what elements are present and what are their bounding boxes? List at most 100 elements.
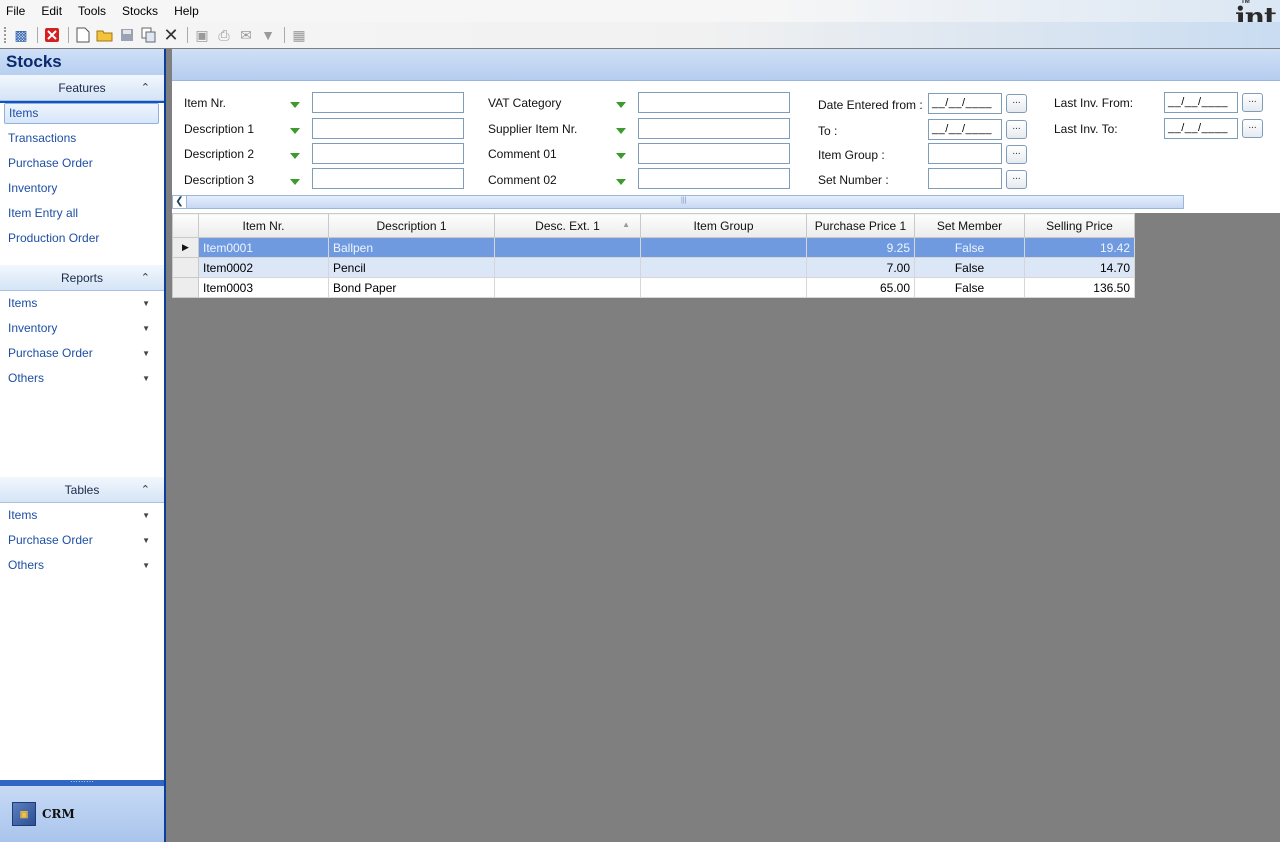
filter-operator-icon[interactable]	[290, 153, 300, 159]
cell-selling-price[interactable]: 14.70	[1024, 257, 1135, 278]
cell-description-1[interactable]: Pencil	[328, 257, 495, 278]
collapse-chevron-icon[interactable]: ⌃	[141, 271, 150, 284]
menu-help[interactable]: Help	[166, 4, 207, 18]
cell-description-1[interactable]: Bond Paper	[328, 277, 495, 298]
sidebar-item-item-entry-all[interactable]: Item Entry all	[0, 201, 164, 226]
row-selector[interactable]	[172, 277, 199, 298]
supplier-item-nr-input[interactable]	[638, 118, 790, 139]
comment-01-input[interactable]	[638, 143, 790, 164]
table-item-purchase-order[interactable]: Purchase Order ▼	[0, 528, 164, 553]
table-item-items[interactable]: Items ▼	[0, 503, 164, 528]
cell-item-nr[interactable]: Item0002	[198, 257, 329, 278]
print-preview-icon[interactable]: ▣	[192, 25, 212, 45]
filter-icon[interactable]: ▼	[258, 25, 278, 45]
description-1-input[interactable]	[312, 118, 464, 139]
column-header-item-group[interactable]: Item Group	[640, 213, 807, 238]
item-group-ellipsis-button[interactable]: ...	[1006, 145, 1027, 164]
cell-set-member[interactable]: False	[914, 257, 1025, 278]
report-item-others[interactable]: Others ▼	[0, 366, 164, 391]
sidebar-item-items[interactable]: Items	[4, 103, 159, 124]
collapse-chevron-icon[interactable]: ⌃	[141, 81, 150, 94]
description-2-input[interactable]	[312, 143, 464, 164]
table-row[interactable]: Item0003 Bond Paper 65.00 False 136.50	[172, 277, 1135, 298]
report-item-inventory[interactable]: Inventory ▼	[0, 316, 164, 341]
table-row[interactable]: Item0002 Pencil 7.00 False 14.70	[172, 257, 1135, 278]
last-inv-to-input[interactable]: __/__/____	[1164, 118, 1238, 139]
copy-icon[interactable]	[139, 25, 159, 45]
dropdown-caret-icon[interactable]: ▼	[142, 528, 150, 553]
print-icon[interactable]: ⎙	[214, 25, 234, 45]
column-header-description-1[interactable]: Description 1	[328, 213, 495, 238]
reports-header[interactable]: Reports ⌃	[0, 265, 164, 291]
dropdown-caret-icon[interactable]: ▼	[142, 316, 150, 341]
cell-purchase-price-1[interactable]: 65.00	[806, 277, 915, 298]
dropdown-caret-icon[interactable]: ▼	[142, 291, 150, 316]
vat-category-input[interactable]	[638, 92, 790, 113]
cell-item-group[interactable]	[640, 277, 807, 298]
cell-set-member[interactable]: False	[914, 237, 1025, 258]
date-entered-from-input[interactable]: __/__/____	[928, 93, 1002, 114]
toolbar-grip[interactable]	[4, 27, 7, 43]
last-inv-from-ellipsis-button[interactable]: ...	[1242, 93, 1263, 112]
close-red-icon[interactable]	[42, 25, 62, 45]
cell-description-1[interactable]: Ballpen	[328, 237, 495, 258]
row-selector[interactable]	[172, 257, 199, 278]
last-inv-to-ellipsis-button[interactable]: ...	[1242, 119, 1263, 138]
column-header-desc-ext-1[interactable]: Desc. Ext. 1 ▲	[494, 213, 641, 238]
cell-item-group[interactable]	[640, 257, 807, 278]
chart-icon[interactable]: ▩	[11, 25, 31, 45]
collapse-chevron-icon[interactable]: ⌃	[141, 483, 150, 496]
cell-purchase-price-1[interactable]: 7.00	[806, 257, 915, 278]
row-selector-arrow-icon[interactable]: ▶	[172, 237, 199, 258]
cell-item-nr[interactable]: Item0001	[198, 237, 329, 258]
filter-operator-icon[interactable]	[616, 102, 626, 108]
filter-horizontal-scrollbar[interactable]: ❮ |||	[172, 195, 1184, 209]
mail-icon[interactable]: ✉	[236, 25, 256, 45]
dropdown-caret-icon[interactable]: ▼	[142, 366, 150, 391]
report-item-purchase-order[interactable]: Purchase Order ▼	[0, 341, 164, 366]
date-to-ellipsis-button[interactable]: ...	[1006, 120, 1027, 139]
scroll-thumb-grip[interactable]: |||	[681, 197, 686, 204]
report-item-items[interactable]: Items ▼	[0, 291, 164, 316]
cell-desc-ext-1[interactable]	[494, 237, 641, 258]
menu-file[interactable]: File	[0, 4, 33, 18]
dropdown-caret-icon[interactable]: ▼	[142, 341, 150, 366]
filter-operator-icon[interactable]	[616, 179, 626, 185]
cell-set-member[interactable]: False	[914, 277, 1025, 298]
features-header[interactable]: Features ⌃	[0, 75, 164, 101]
set-number-input[interactable]	[928, 168, 1002, 189]
menu-edit[interactable]: Edit	[33, 4, 70, 18]
last-inv-from-input[interactable]: __/__/____	[1164, 92, 1238, 113]
dropdown-caret-icon[interactable]: ▼	[142, 553, 150, 578]
cell-purchase-price-1[interactable]: 9.25	[806, 237, 915, 258]
scroll-left-arrow-icon[interactable]: ❮	[173, 196, 187, 208]
save-icon[interactable]	[117, 25, 137, 45]
dropdown-caret-icon[interactable]: ▼	[142, 503, 150, 528]
table-item-others[interactable]: Others ▼	[0, 553, 164, 578]
column-header-purchase-price-1[interactable]: Purchase Price 1	[806, 213, 915, 238]
filter-operator-icon[interactable]	[290, 179, 300, 185]
filter-operator-icon[interactable]	[290, 128, 300, 134]
set-number-ellipsis-button[interactable]: ...	[1006, 170, 1027, 189]
menu-tools[interactable]: Tools	[70, 4, 114, 18]
cell-item-nr[interactable]: Item0003	[198, 277, 329, 298]
crm-module-button[interactable]: ▣ CRM	[0, 786, 164, 842]
sidebar-item-purchase-order[interactable]: Purchase Order	[0, 151, 164, 176]
item-group-input[interactable]	[928, 143, 1002, 164]
date-from-ellipsis-button[interactable]: ...	[1006, 94, 1027, 113]
filter-operator-icon[interactable]	[290, 102, 300, 108]
grid-view-icon[interactable]: ▦	[289, 25, 309, 45]
sidebar-item-inventory[interactable]: Inventory	[0, 176, 164, 201]
menu-stocks[interactable]: Stocks	[114, 4, 166, 18]
filter-operator-icon[interactable]	[616, 153, 626, 159]
table-row[interactable]: ▶ Item0001 Ballpen 9.25 False 19.42	[172, 237, 1135, 258]
description-3-input[interactable]	[312, 168, 464, 189]
sidebar-item-production-order[interactable]: Production Order	[0, 226, 164, 251]
open-folder-icon[interactable]	[95, 25, 115, 45]
cell-selling-price[interactable]: 136.50	[1024, 277, 1135, 298]
comment-02-input[interactable]	[638, 168, 790, 189]
sidebar-item-transactions[interactable]: Transactions	[0, 126, 164, 151]
cell-item-group[interactable]	[640, 237, 807, 258]
delete-icon[interactable]: ✕	[161, 25, 181, 45]
item-nr-input[interactable]	[312, 92, 464, 113]
